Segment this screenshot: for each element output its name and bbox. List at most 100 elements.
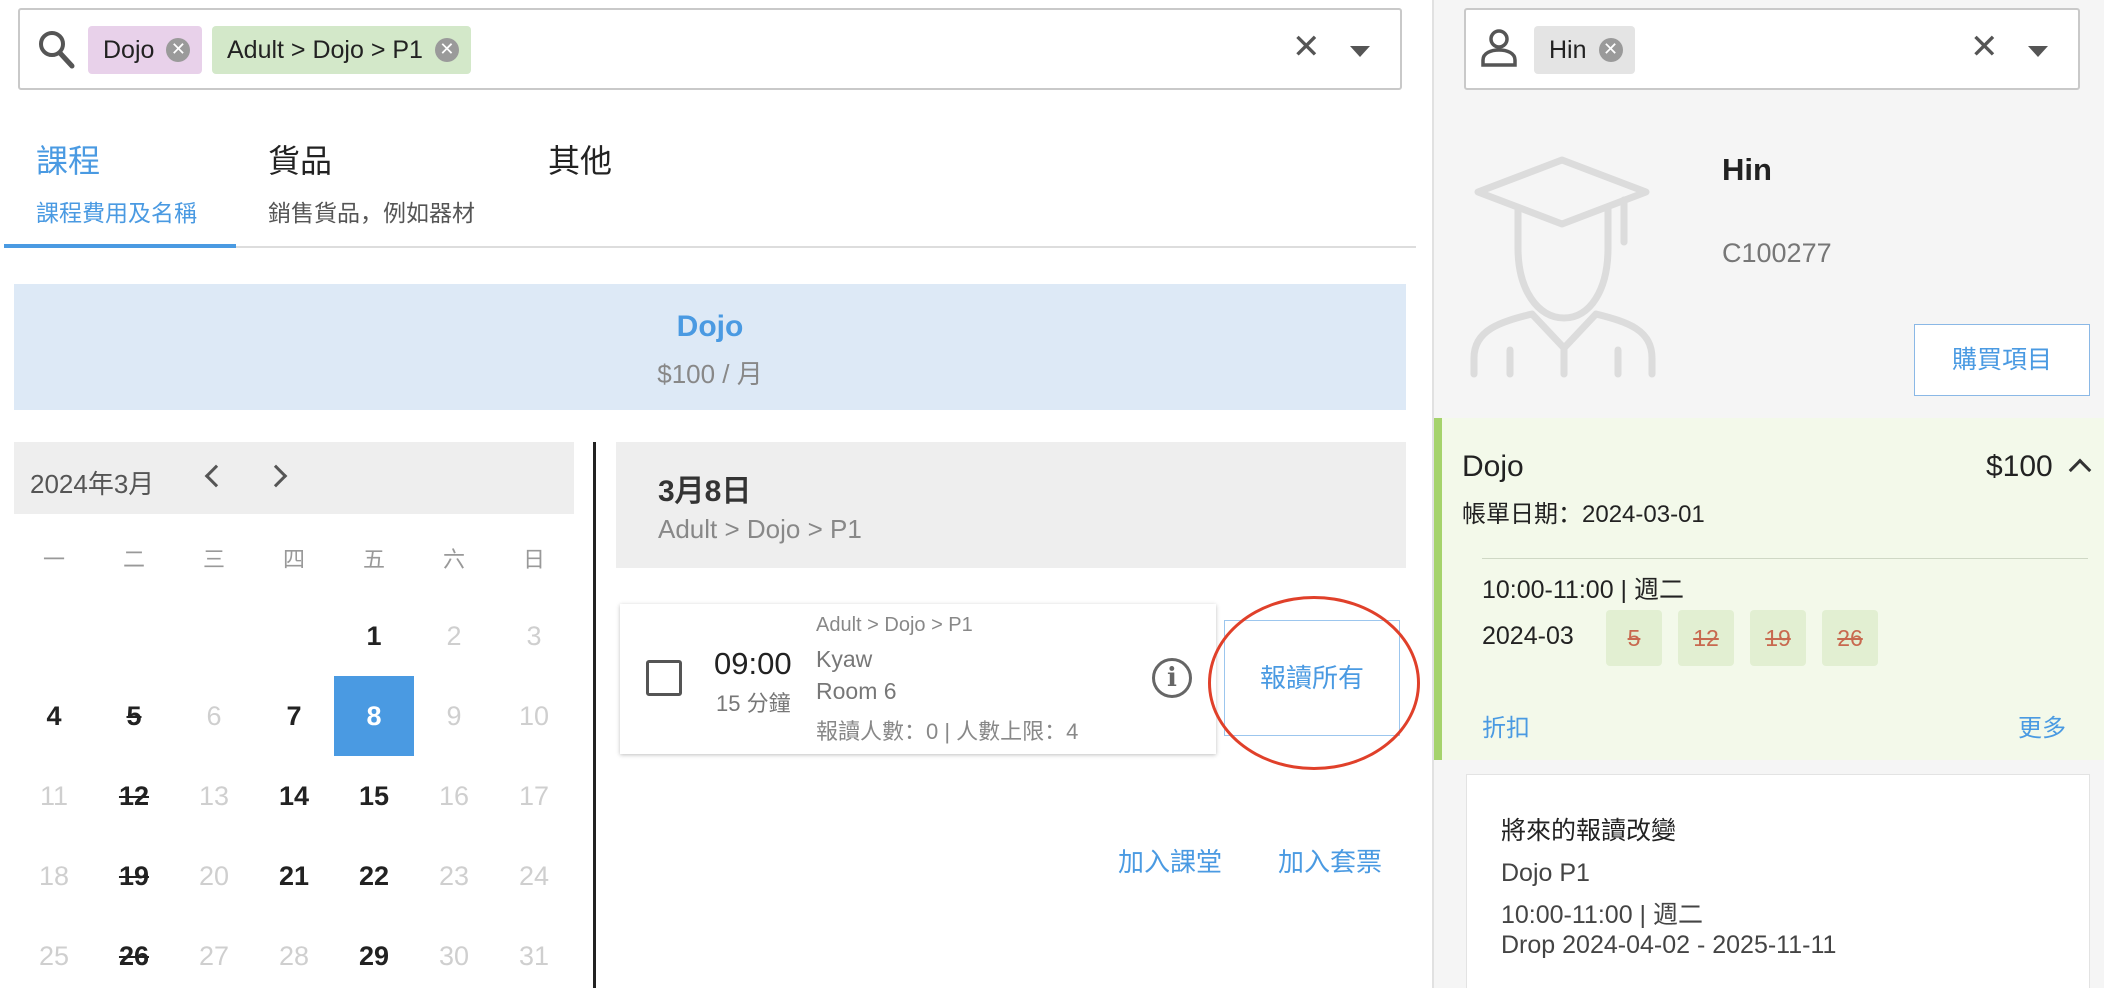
add-package-link[interactable]: 加入套票 (1278, 842, 1382, 879)
calendar-day: 10 (518, 701, 550, 731)
calendar-day-selected[interactable]: 8 (334, 676, 414, 756)
student-id: C100277 (1722, 238, 1832, 268)
calendar-day[interactable]: 4 (14, 676, 94, 756)
lesson-time: 09:00 (714, 646, 792, 681)
calendar-day[interactable]: 14 (254, 756, 334, 836)
calendar-day: 13 (198, 781, 230, 811)
plan-lesson-day[interactable]: 26 (1822, 610, 1878, 666)
student-avatar (1470, 156, 1656, 378)
chip-remove-icon[interactable]: ✕ (1598, 38, 1623, 62)
calendar-header: 2024年3月 (14, 442, 574, 514)
weekday-header: 二 (122, 547, 145, 572)
chip-remove-icon[interactable]: ✕ (166, 38, 191, 62)
next-month-icon[interactable] (264, 464, 288, 488)
search-icon (39, 31, 75, 69)
chip-remove-icon[interactable]: ✕ (434, 38, 459, 62)
weekday-header: 三 (202, 547, 225, 572)
dropdown-caret-icon[interactable] (1350, 46, 1370, 57)
calendar-day[interactable]: 22 (334, 836, 414, 916)
student-search-bar[interactable]: Hin ✕ ✕ (1464, 8, 2080, 90)
selected-course-path: Adult > Dojo > P1 (658, 514, 862, 544)
lesson-coach: Kyaw (816, 646, 873, 672)
discount-link[interactable]: 折扣 (1482, 708, 1530, 743)
course-price: $100 / 月 (657, 359, 763, 389)
tab-title: 課程 (36, 143, 101, 179)
lesson-duration: 15 分鐘 (716, 691, 791, 716)
tab-courses[interactable]: 課程 課程費用及名稱 (36, 136, 197, 228)
calendar-day: 17 (518, 781, 550, 811)
filter-chip-dojo[interactable]: Dojo ✕ (88, 26, 203, 74)
dropdown-caret-icon[interactable] (2028, 46, 2048, 57)
weekday-header: 四 (282, 547, 305, 572)
calendar-day: 18 (38, 861, 70, 891)
course-search-bar[interactable]: Dojo ✕ Adult > Dojo > P1 ✕ ✕ (18, 8, 1402, 90)
tab-title: 貨品 (268, 143, 333, 179)
calendar-day: 9 (446, 701, 462, 731)
future-change-line: Drop 2024-04-02 - 2025-11-11 (1501, 931, 1837, 959)
calendar-day: 23 (438, 861, 470, 891)
plan-divider (1482, 558, 2088, 559)
future-changes-heading: 將來的報讀改變 (1501, 817, 1677, 845)
lesson-checkbox[interactable] (646, 660, 682, 696)
plan-price: $100 (1986, 450, 2053, 483)
plan-name: Dojo (1462, 450, 1524, 483)
lesson-course-path: Adult > Dojo > P1 (816, 614, 973, 636)
calendar-day[interactable]: 29 (334, 916, 414, 988)
weekday-header: 日 (522, 547, 545, 572)
plan-month: 2024-03 (1482, 622, 1574, 650)
plan-lesson-day[interactable]: 5 (1606, 610, 1662, 666)
weekday-header: 六 (442, 547, 465, 572)
course-banner[interactable]: Dojo $100 / 月 (14, 284, 1406, 410)
tab-active-indicator (4, 244, 236, 248)
calendar-day[interactable]: 12 (94, 756, 174, 836)
student-chip[interactable]: Hin ✕ (1534, 26, 1635, 74)
prev-month-icon[interactable] (204, 464, 228, 488)
future-change-line: 10:00-11:00 | 週二 (1501, 901, 1703, 929)
calendar-day[interactable]: 7 (254, 676, 334, 756)
plan-lesson-day[interactable]: 19 (1750, 610, 1806, 666)
calendar-day: 16 (438, 781, 470, 811)
calendar-day[interactable]: 1 (334, 596, 414, 676)
info-icon[interactable]: i (1152, 658, 1192, 698)
calendar-day[interactable]: 21 (254, 836, 334, 916)
tab-subtitle: 銷售貨品，例如器材 (268, 200, 475, 226)
student-name: Hin (1722, 152, 1772, 187)
calendar-day: 27 (198, 941, 230, 971)
calendar-day[interactable]: 26 (94, 916, 174, 988)
calendar-day: 6 (206, 701, 222, 731)
calendar-day: 25 (38, 941, 70, 971)
buy-item-button[interactable]: 購買項目 (1914, 324, 2090, 396)
chip-label: Adult > Dojo > P1 (227, 35, 423, 64)
calendar-day[interactable]: 5 (94, 676, 174, 756)
calendar-day: 28 (278, 941, 310, 971)
course-name: Dojo (676, 310, 744, 343)
weekday-header: 一 (42, 547, 65, 572)
selected-date: 3月8日 (658, 475, 752, 508)
plan-lesson-day[interactable]: 12 (1678, 610, 1734, 666)
plan-bill-date: 帳單日期：2024-03-01 (1462, 501, 1705, 528)
more-link[interactable]: 更多 (2018, 708, 2066, 743)
weekday-header: 五 (362, 547, 385, 572)
lesson-card[interactable]: 09:00 15 分鐘 Adult > Dojo > P1 Kyaw Room … (620, 604, 1216, 754)
calendar-day: 20 (198, 861, 230, 891)
calendar-day[interactable]: 19 (94, 836, 174, 916)
tab-goods[interactable]: 貨品 銷售貨品，例如器材 (268, 136, 475, 228)
calendar-day: 24 (518, 861, 550, 891)
plan-timeslot: 10:00-11:00 | 週二 (1482, 576, 1684, 604)
lesson-room: Room 6 (816, 678, 897, 704)
future-change-line: Dojo P1 (1501, 859, 1590, 887)
clear-icon[interactable]: ✕ (1292, 30, 1321, 64)
calendar-day: 30 (438, 941, 470, 971)
tab-title: 其他 (548, 143, 613, 179)
calendar-day[interactable]: 15 (334, 756, 414, 836)
tab-others[interactable]: 其他 (548, 136, 612, 182)
calendar-day: 3 (526, 621, 542, 651)
calendar-day: 31 (518, 941, 550, 971)
future-changes-card: 將來的報讀改變 Dojo P1 10:00-11:00 | 週二 Drop 20… (1466, 774, 2090, 988)
filter-chip-class[interactable]: Adult > Dojo > P1 ✕ (212, 26, 471, 74)
enroll-all-button[interactable]: 報讀所有 (1224, 620, 1400, 736)
add-class-link[interactable]: 加入課堂 (1118, 842, 1222, 879)
calendar-day: 2 (446, 621, 462, 651)
clear-icon[interactable]: ✕ (1970, 30, 1999, 64)
day-header: 3月8日 Adult > Dojo > P1 (616, 442, 1406, 568)
